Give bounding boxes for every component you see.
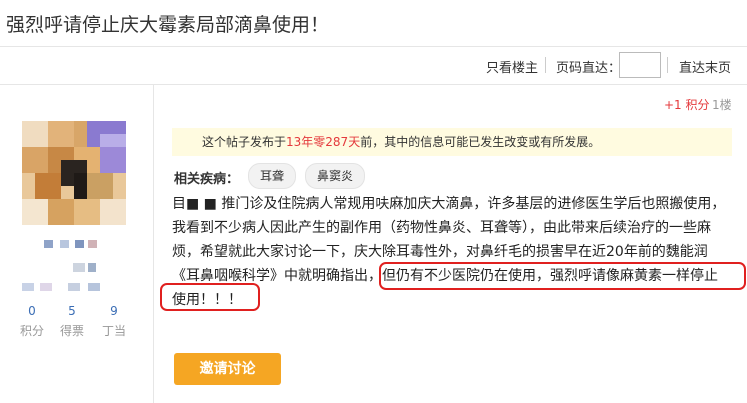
toolbar-divider: [667, 57, 668, 73]
author-sidebar: 0 积分 5 得票 9 丁当: [0, 85, 154, 403]
last-page-link[interactable]: 直达末页: [679, 57, 731, 76]
username-blurred: [88, 240, 97, 248]
username-blurred: [75, 240, 84, 248]
thread-toolbar: 只看楼主 页码直达： 直达末页: [0, 47, 747, 85]
avatar[interactable]: [22, 121, 126, 225]
user-group-blurred: [40, 283, 52, 291]
stat-dingdang: 9 丁当: [94, 304, 134, 339]
user-group-blurred: [68, 283, 80, 291]
post-line: 目■ ■ 推门诊及住院病人常规用呋麻加庆大滴鼻，许多基层的进修医生学后也照搬使用…: [172, 196, 726, 212]
user-level-blurred: [88, 263, 96, 272]
avatar-image: [22, 121, 126, 225]
invite-discussion-button[interactable]: 邀请讨论: [174, 353, 281, 385]
highlight-annotation: [379, 262, 746, 290]
stat-votes: 5 得票: [52, 304, 92, 339]
stat-points: 0 积分: [12, 304, 52, 339]
tag-sinusitis[interactable]: 鼻窦炎: [305, 163, 365, 189]
post-age-notice: 这个帖子发布于13年零287天前，其中的信息可能已发生改变或有所发展。: [172, 128, 732, 156]
username-blurred: [44, 240, 53, 248]
only-op-link[interactable]: 只看楼主: [486, 57, 538, 76]
stat-label: 得票: [59, 324, 84, 338]
related-diseases-label: 相关疾病：: [174, 172, 240, 187]
user-level-blurred: [73, 263, 85, 272]
page-jump-input[interactable]: [619, 52, 661, 78]
page-jump-label: 页码直达：: [556, 61, 622, 76]
username-blurred: [60, 240, 69, 248]
user-group-blurred: [88, 283, 100, 291]
stat-label: 丁当: [101, 324, 126, 338]
stat-value: 5: [68, 304, 76, 318]
highlight-annotation: [160, 283, 260, 311]
notice-suffix: 前，其中的信息可能已发生改变或有所发展。: [360, 135, 601, 149]
notice-age: 13年零287天: [286, 135, 361, 149]
floor-number: 1楼: [712, 98, 732, 112]
stat-label: 积分: [19, 324, 44, 338]
notice-prefix: 这个帖子发布于: [202, 135, 287, 149]
post-line: 烦，希望就此大家讨论一下，庆大除耳毒性外，对鼻纤毛的损害早在近20年前的魏能润: [172, 244, 708, 260]
tag-deafness[interactable]: 耳聋: [248, 163, 296, 189]
thread-title: 强烈呼请停止庆大霉素局部滴鼻使用！: [6, 14, 330, 36]
post-line: 我看到不少病人因此产生的副作用（药物性鼻炎、耳聋等），由此带来后续治疗的一些麻: [172, 220, 711, 236]
user-group-blurred: [22, 283, 34, 291]
stat-value: 0: [28, 304, 36, 318]
thread-header: 强烈呼请停止庆大霉素局部滴鼻使用！: [0, 0, 747, 47]
stat-value: 9: [110, 304, 118, 318]
toolbar-divider: [545, 57, 546, 73]
points-badge: +1 积分: [664, 98, 710, 112]
